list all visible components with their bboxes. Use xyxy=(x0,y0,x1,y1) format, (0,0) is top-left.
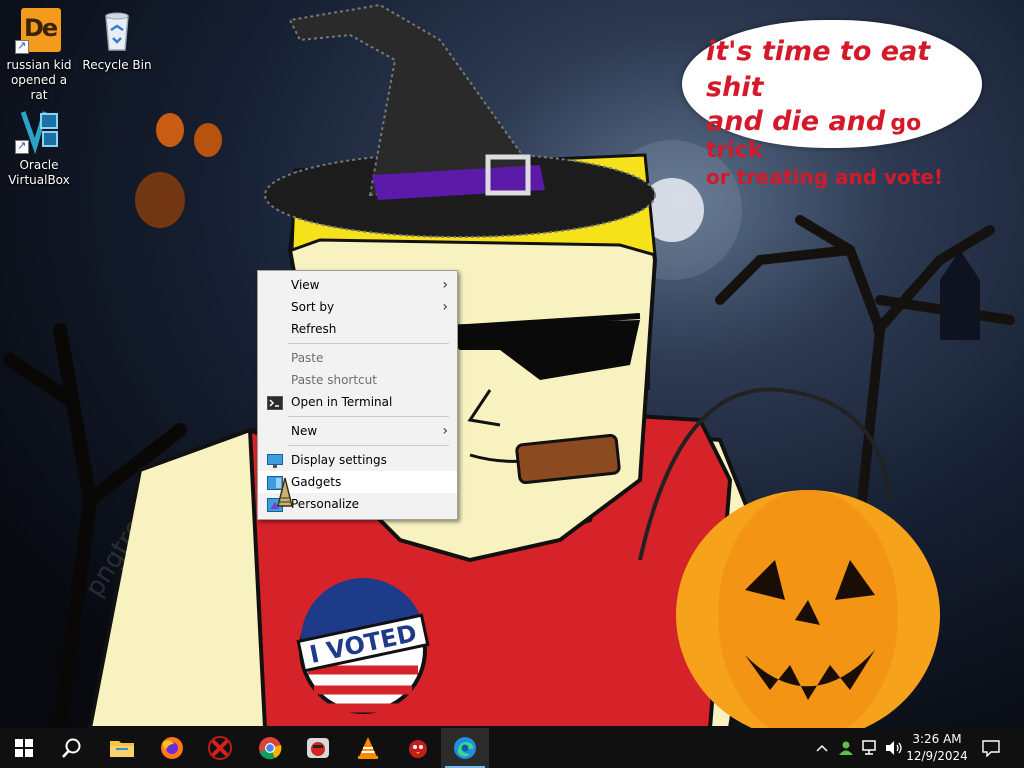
tray-user-app[interactable] xyxy=(836,728,856,768)
menu-item-label: Paste shortcut xyxy=(291,373,377,387)
folder-icon xyxy=(110,741,134,757)
menu-item-label: Gadgets xyxy=(291,475,342,489)
taskbar-vlc[interactable] xyxy=(344,728,392,768)
start-button[interactable] xyxy=(0,728,48,768)
taskbar-edge[interactable] xyxy=(441,728,489,768)
menu-item-view[interactable]: View › xyxy=(258,274,457,296)
taskbar-clock[interactable]: 3:26 AM 12/9/2024 xyxy=(904,731,970,765)
menu-item-label: Paste xyxy=(291,351,324,365)
firefox-icon xyxy=(161,737,183,759)
menu-separator xyxy=(288,416,449,417)
menu-item-label: Sort by xyxy=(291,300,335,314)
search-icon xyxy=(62,738,81,758)
recycle-bin-icon xyxy=(93,6,141,54)
de-app-icon: De xyxy=(15,6,63,54)
desktop-icon-label: Recycle Bin xyxy=(82,58,152,72)
menu-item-label: View xyxy=(291,278,320,292)
chevron-right-icon: › xyxy=(442,277,448,293)
chevron-right-icon: › xyxy=(442,423,448,439)
menu-item-refresh[interactable]: Refresh xyxy=(258,318,457,340)
taskbar-chrome[interactable] xyxy=(246,728,294,768)
chevron-right-icon: › xyxy=(442,299,448,315)
person-icon xyxy=(839,741,853,755)
red-app-icon xyxy=(208,736,232,760)
windows-logo-icon xyxy=(15,739,33,757)
red-bird-icon xyxy=(409,740,427,758)
clock-time: 3:26 AM xyxy=(912,732,962,746)
bubble-line-2a: and die and xyxy=(706,106,886,137)
taskbar: 3:26 AM 12/9/2024 xyxy=(0,728,1024,768)
terminal-icon xyxy=(267,395,283,410)
action-center-button[interactable] xyxy=(976,728,1006,768)
tray-volume[interactable] xyxy=(883,728,905,768)
i-voted-badge: I VOTED xyxy=(296,578,430,714)
shortcut-arrow-icon xyxy=(15,38,29,54)
taskbar-angry-birds[interactable] xyxy=(294,728,342,768)
speech-bubble: it's time to eat shit and die and go tri… xyxy=(682,20,982,189)
menu-item-label: Personalize xyxy=(291,497,360,511)
menu-item-label: Refresh xyxy=(291,322,337,336)
display-icon xyxy=(267,453,283,468)
taskbar-file-explorer[interactable] xyxy=(98,728,146,768)
taskbar-red-app[interactable] xyxy=(196,728,244,768)
taskbar-firefox[interactable] xyxy=(148,728,196,768)
desktop-wallpaper[interactable]: I VOTED pngtree it's time to eat shit an… xyxy=(0,0,1024,728)
menu-separator xyxy=(288,445,449,446)
speaker-icon xyxy=(886,741,902,755)
tray-network[interactable] xyxy=(860,728,882,768)
network-icon xyxy=(862,740,876,755)
taskbar-red-bird[interactable] xyxy=(394,728,442,768)
virtualbox-icon xyxy=(15,106,63,155)
clock-date: 12/9/2024 xyxy=(906,749,968,763)
bubble-line-3: or treating and vote! xyxy=(706,165,944,189)
shortcut-arrow-icon xyxy=(15,138,29,154)
notification-icon xyxy=(982,740,1000,757)
menu-item-sort-by[interactable]: Sort by › xyxy=(258,296,457,318)
desktop-icon-label: Oracle VirtualBox xyxy=(8,158,70,187)
angry-birds-icon xyxy=(307,738,329,758)
edge-icon xyxy=(454,737,476,759)
menu-item-open-in-terminal[interactable]: Open in Terminal xyxy=(258,391,457,413)
menu-item-label: New xyxy=(291,424,318,438)
mouse-cursor-icon xyxy=(277,477,293,507)
chrome-icon xyxy=(259,737,282,760)
menu-separator xyxy=(288,343,449,344)
search-button[interactable] xyxy=(48,728,96,768)
desktop-icon-recycle-bin[interactable]: Recycle Bin xyxy=(79,6,155,73)
bubble-line-1: it's time to eat shit xyxy=(706,36,931,103)
desktop-icon-virtualbox[interactable]: Oracle VirtualBox xyxy=(1,106,77,188)
menu-item-paste-shortcut: Paste shortcut xyxy=(258,369,457,391)
menu-item-paste: Paste xyxy=(258,347,457,369)
menu-item-display-settings[interactable]: Display settings xyxy=(258,449,457,471)
menu-item-label: Open in Terminal xyxy=(291,395,393,409)
vlc-icon xyxy=(358,737,378,759)
desktop-icon-russian-kid[interactable]: De russian kid opened a rat xyxy=(1,6,77,103)
show-hidden-icons-button[interactable] xyxy=(812,728,832,768)
menu-item-label: Display settings xyxy=(291,453,387,467)
desktop-icon-label: russian kid opened a rat xyxy=(6,58,72,102)
menu-item-new[interactable]: New › xyxy=(258,420,457,442)
chevron-up-icon xyxy=(816,744,828,752)
